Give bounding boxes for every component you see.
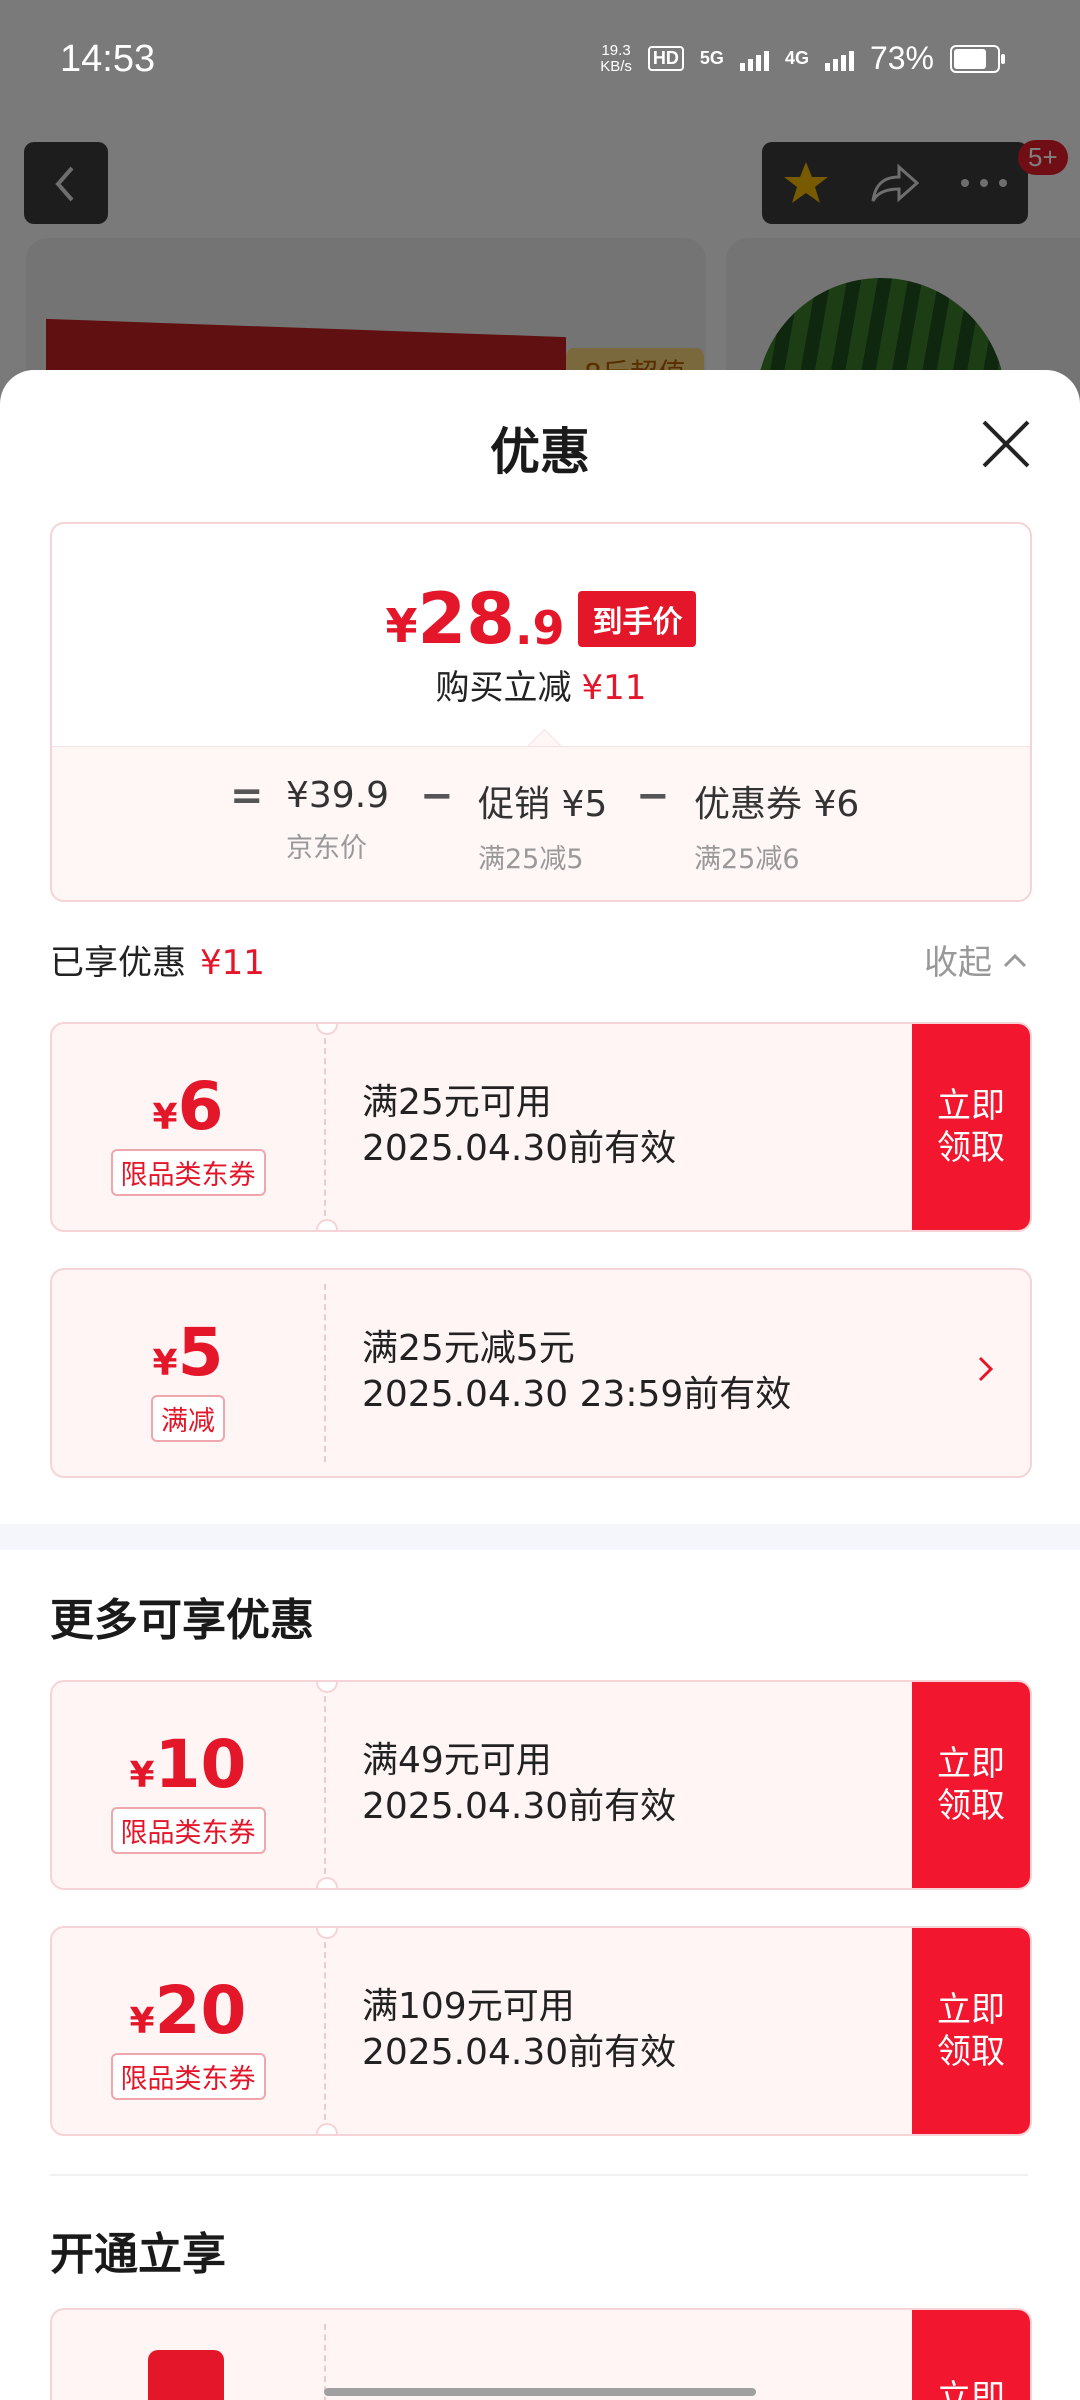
coupon-currency: ¥ (129, 2001, 155, 2042)
sheet-title: 优惠 (490, 423, 590, 481)
divider-line (50, 2174, 1028, 2176)
coupon-value: ¥10 限品类东券 (52, 1682, 324, 1888)
breakdown-item-promo: 促销 ¥5 满25减5 (478, 775, 607, 876)
reduction-amount: ¥11 (581, 668, 647, 708)
net-speed: 19.3 KB/s (600, 41, 632, 75)
battery-icon (950, 44, 1005, 73)
collapse-label: 收起 (924, 943, 992, 983)
base-price: ¥39.9 (286, 775, 390, 816)
breakdown-item-coupon: 优惠券 ¥6 满25减6 (694, 775, 859, 876)
coupon-expiry: 2025.04.30前有效 (362, 2032, 677, 2073)
coupon-value: ¥20 限品类东券 (52, 1928, 324, 2134)
coupon-expiry: 2025.04.30前有效 (362, 1128, 677, 1169)
net-4g-label: 4G (784, 48, 809, 68)
collapse-toggle[interactable]: 收起 (924, 935, 1028, 984)
membership-title: 开通立享 (50, 2229, 226, 2280)
promo-currency: ¥ (152, 1343, 178, 1384)
price-breakdown: = ¥39.9 京东价 − 促销 ¥5 满25减5 − 优惠券 ¥6 满25减6 (52, 746, 1030, 900)
coupon-condition: 满25减6 (694, 844, 800, 875)
coupon-card: ¥6 限品类东券 满25元可用 2025.04.30前有效 立即 领取 (50, 1022, 1032, 1232)
home-indicator[interactable] (324, 2388, 756, 2396)
enjoyed-label: 已享优惠 (50, 943, 186, 983)
status-bar: 14:53 19.3 KB/s HD 5G 4G 73% (0, 0, 1080, 120)
promo-card[interactable]: ¥5 满减 满25元减5元 2025.04.30 23:59前有效 (50, 1268, 1032, 1478)
coupon-condition: 满49元可用 (362, 1740, 552, 1781)
price-summary-card: ¥ 28 .9 到手价 购买立减 ¥11 = ¥39.9 京东价 − 促销 ¥5 … (50, 522, 1032, 902)
battery-percent: 73% (869, 40, 934, 76)
final-price-row: ¥ 28 .9 到手价 (52, 578, 1030, 660)
promo-amount: 促销 ¥5 (478, 784, 608, 825)
promo-expiry: 2025.04.30 23:59前有效 (362, 1374, 792, 1415)
signal-icon (739, 47, 769, 71)
coupon-card: ¥20 限品类东券 满109元可用 2025.04.30前有效 立即 领取 (50, 1926, 1032, 2136)
breakdown-item-base-price: ¥39.9 京东价 (286, 775, 389, 865)
net-5g-label: 5G (699, 48, 724, 68)
coupon-currency: ¥ (129, 1755, 155, 1796)
discount-sheet: 优惠 ¥ 28 .9 到手价 购买立减 ¥11 = ¥39.9 京东价 − 促销 … (0, 370, 1080, 2400)
hd-icon: HD (647, 46, 684, 71)
section-divider (0, 1524, 1080, 1550)
claim-coupon-button[interactable]: 立即 领取 (912, 1682, 1030, 1888)
coupon-condition: 满25元可用 (362, 1082, 552, 1123)
signal-icon-2 (824, 47, 854, 71)
promo-details: 满25元减5元 2025.04.30 23:59前有效 (362, 1326, 791, 1418)
more-offers-title: 更多可享优惠 (50, 1595, 314, 1646)
minus-sign-2: − (636, 773, 670, 819)
membership-card: 立即 (50, 2308, 1032, 2400)
net-speed-unit: KB/s (600, 57, 632, 75)
coupon-amount: 6 (177, 1068, 224, 1145)
close-icon[interactable] (978, 416, 1034, 472)
promo-amount: 5 (177, 1314, 224, 1391)
coupon-amount: 10 (154, 1726, 247, 1803)
equals-sign: = (230, 773, 264, 819)
coupon-type-badge: 限品类东券 (110, 2053, 266, 2100)
instant-reduction: 购买立减 ¥11 (52, 660, 1030, 709)
coupon-details: 满49元可用 2025.04.30前有效 (362, 1738, 676, 1830)
minus-sign: − (420, 773, 454, 819)
coupon-currency: ¥ (152, 1097, 178, 1138)
membership-icon (148, 2350, 224, 2400)
coupon-card: ¥10 限品类东券 满49元可用 2025.04.30前有效 立即 领取 (50, 1680, 1032, 1890)
price-integer: 28 (417, 578, 515, 660)
enjoyed-amount: ¥11 (200, 943, 265, 983)
claim-coupon-button[interactable]: 立即 领取 (912, 1024, 1030, 1230)
coupon-amount: 优惠券 ¥6 (694, 784, 860, 825)
status-time: 14:53 (60, 38, 156, 80)
coupon-type-badge: 限品类东券 (110, 1149, 266, 1196)
coupon-amount: 20 (154, 1972, 247, 2049)
final-price-tag: 到手价 (578, 591, 697, 647)
coupon-condition: 满109元可用 (362, 1986, 575, 2027)
promo-value: ¥5 满减 (52, 1270, 324, 1476)
price-decimal: .9 (514, 601, 565, 655)
promo-condition: 满25减5 (478, 844, 584, 875)
membership-open-button[interactable]: 立即 (912, 2310, 1030, 2400)
coupon-details: 满109元可用 2025.04.30前有效 (362, 1984, 676, 2076)
net-speed-value: 19.3 (601, 41, 631, 59)
coupon-expiry: 2025.04.30前有效 (362, 1786, 677, 1827)
coupon-details: 满25元可用 2025.04.30前有效 (362, 1080, 676, 1172)
reduction-label: 购买立减 (435, 668, 572, 708)
base-price-label: 京东价 (286, 833, 367, 864)
promo-type-badge: 满减 (151, 1395, 225, 1442)
claim-coupon-button[interactable]: 立即 领取 (912, 1928, 1030, 2134)
coupon-value: ¥6 限品类东券 (52, 1024, 324, 1230)
price-currency: ¥ (385, 599, 418, 653)
promo-condition: 满25元减5元 (362, 1328, 575, 1369)
enjoyed-discount-row: 已享优惠 ¥11 收起 (50, 935, 1028, 984)
status-icons: 19.3 KB/s HD 5G 4G 73% (600, 40, 1005, 77)
chevron-up-icon (1003, 953, 1027, 967)
coupon-type-badge: 限品类东券 (110, 1807, 266, 1854)
chevron-right-icon[interactable] (976, 1352, 996, 1386)
